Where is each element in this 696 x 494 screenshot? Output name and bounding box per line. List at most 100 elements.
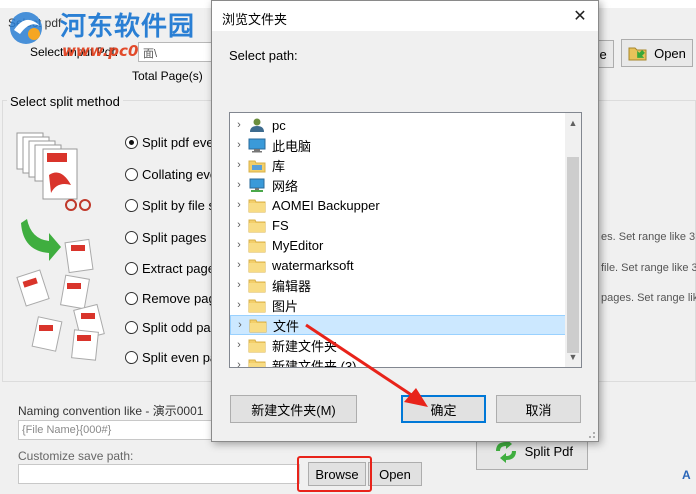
folder-icon <box>248 219 266 233</box>
dialog-titlebar: 浏览文件夹 ✕ <box>212 1 598 31</box>
computer-icon <box>248 138 266 153</box>
tree-item-label: 文件 <box>273 318 300 334</box>
cancel-button[interactable]: 取消 <box>496 395 581 423</box>
radio-button-icon[interactable] <box>125 168 138 181</box>
tree-item-folder[interactable]: › 新建文件夹 (3) <box>230 355 566 367</box>
split-arrows-icon <box>495 439 516 463</box>
chevron-right-icon[interactable]: › <box>230 139 248 151</box>
tree-item-folder[interactable]: › AOMEI Backupper <box>230 195 566 215</box>
naming-convention-label: Naming convention like - 演示0001 <box>18 404 204 418</box>
dialog-prompt: Select path: <box>229 48 298 63</box>
chevron-right-icon[interactable]: › <box>230 219 248 231</box>
radio-button-icon[interactable] <box>125 199 138 212</box>
chevron-right-icon[interactable]: › <box>230 339 248 351</box>
tree-item-selected[interactable]: › 文件 <box>230 315 566 335</box>
browse-highlight-box <box>297 456 372 492</box>
tree-item-label: 库 <box>272 158 286 174</box>
chevron-right-icon[interactable]: › <box>230 299 248 311</box>
split-option-label: Split pages <box>142 230 207 245</box>
scroll-down-icon[interactable]: ▼ <box>565 349 581 365</box>
chevron-right-icon[interactable]: › <box>230 279 248 291</box>
split-option-radio[interactable]: Split pages <box>125 230 206 245</box>
split-option-radio[interactable]: Remove pag <box>125 291 216 306</box>
tree-item-folder[interactable]: › watermarksoft <box>230 255 566 275</box>
tree-item-folder[interactable]: › 库 <box>230 155 566 175</box>
new-folder-label: 新建文件夹(M) <box>251 402 336 418</box>
split-pdf-label: Split Pdf <box>524 443 573 459</box>
watermark-text: 河东软件园 <box>60 12 196 42</box>
folder-icon <box>248 339 266 353</box>
split-option-radio[interactable]: Split even pa <box>125 350 217 365</box>
new-folder-button[interactable]: 新建文件夹(M) <box>230 395 357 423</box>
folder-icon <box>249 319 267 333</box>
chevron-right-icon[interactable]: › <box>230 119 248 131</box>
close-icon[interactable]: ✕ <box>568 5 592 27</box>
split-option-radio[interactable]: Split pdf eve <box>125 135 214 150</box>
folder-tree[interactable]: › pc › 此电脑 › 库 › 网络 › AOMEI Backupper › FS › MyEditor… <box>229 112 582 368</box>
folder-icon <box>248 359 266 367</box>
open-top-button[interactable]: Open <box>621 39 693 67</box>
total-pages-label: Total Page(s) <box>132 69 203 83</box>
folder-icon <box>248 279 266 293</box>
input-pdf-value: 面\ <box>143 48 158 60</box>
brand-corner-text: A <box>682 468 691 482</box>
split-option-radio[interactable]: Collating eve <box>125 167 217 182</box>
browse-folder-dialog: 浏览文件夹 ✕ Select path: › pc › 此电脑 › 库 › 网络 › AOMEI … <box>211 0 599 442</box>
split-option-radio[interactable]: Extract page <box>125 261 215 276</box>
split-option-radio[interactable]: Split by file s <box>125 198 215 213</box>
pdf-split-illustration-icon <box>16 132 105 361</box>
tree-item-folder[interactable]: › 图片 <box>230 295 566 315</box>
input-pdf-field[interactable]: 面\ <box>138 42 212 62</box>
tree-item-folder[interactable]: › pc <box>230 115 566 135</box>
chevron-right-icon[interactable]: › <box>230 199 248 211</box>
resize-grip-icon[interactable] <box>586 429 596 439</box>
chevron-right-icon[interactable]: › <box>231 319 249 331</box>
tree-item-folder[interactable]: › 新建文件夹 <box>230 335 566 355</box>
chevron-right-icon[interactable]: › <box>230 179 248 191</box>
radio-button-icon[interactable] <box>125 351 138 364</box>
folder-icon <box>248 259 266 273</box>
tree-item-folder[interactable]: › 网络 <box>230 175 566 195</box>
tree-item-folder[interactable]: › 此电脑 <box>230 135 566 155</box>
scroll-up-icon[interactable]: ▲ <box>565 115 581 131</box>
tree-item-label: watermarksoft <box>272 257 354 273</box>
tree-item-folder[interactable]: › MyEditor <box>230 235 566 255</box>
tree-item-label: 新建文件夹 <box>272 338 338 354</box>
folder-icon <box>248 199 266 213</box>
folder-icon <box>248 299 266 313</box>
split-hint-text: es. Set range like 3, <box>601 231 696 243</box>
split-option-label: Split pdf eve <box>142 135 214 150</box>
radio-button-icon[interactable] <box>125 321 138 334</box>
open-button[interactable]: Open <box>368 462 422 486</box>
tree-item-label: FS <box>272 217 289 233</box>
radio-button-icon[interactable] <box>125 136 138 149</box>
radio-button-icon[interactable] <box>125 262 138 275</box>
scrollbar-thumb[interactable] <box>567 157 579 353</box>
split-option-radio[interactable]: Split odd pag <box>125 320 218 335</box>
split-hint-text: file. Set range like 3 <box>601 262 696 274</box>
open-top-label: Open <box>654 45 686 61</box>
tree-scrollbar[interactable]: ▲ ▼ <box>565 113 581 367</box>
radio-button-icon[interactable] <box>125 231 138 244</box>
tree-item-folder[interactable]: › FS <box>230 215 566 235</box>
split-hint-text: pages. Set range like <box>601 292 696 304</box>
chevron-right-icon[interactable]: › <box>230 359 248 367</box>
chevron-right-icon[interactable]: › <box>230 239 248 251</box>
chevron-right-icon[interactable]: › <box>230 259 248 271</box>
chevron-right-icon[interactable]: › <box>230 159 248 171</box>
save-path-label: Customize save path: <box>18 449 134 463</box>
save-path-field[interactable] <box>18 464 300 484</box>
tree-item-label: 网络 <box>272 178 299 194</box>
tree-item-label: 编辑器 <box>272 278 312 294</box>
tree-item-folder[interactable]: › 编辑器 <box>230 275 566 295</box>
ok-button[interactable]: 确定 <box>401 395 486 423</box>
split-option-label: Extract page <box>142 261 215 276</box>
split-option-label: Collating eve <box>142 167 218 182</box>
ok-label: 确定 <box>430 402 457 418</box>
dialog-title: 浏览文件夹 <box>222 12 288 27</box>
cancel-label: 取消 <box>525 402 552 418</box>
radio-button-icon[interactable] <box>125 292 138 305</box>
tree-item-label: MyEditor <box>272 237 324 253</box>
user-icon <box>250 118 264 132</box>
split-option-label: Split odd pag <box>142 320 218 335</box>
